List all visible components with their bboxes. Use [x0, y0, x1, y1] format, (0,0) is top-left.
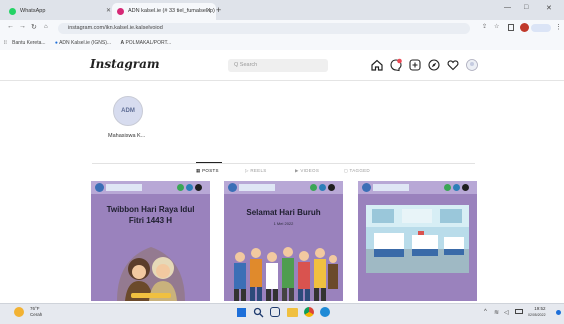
- weather-sun-icon[interactable]: [14, 307, 24, 317]
- active-tab-indicator: [196, 162, 222, 163]
- bookmarks-bar: ⁞⁞ Bantu Kereta... ● ADN Kalsel.ie (IGNS…: [0, 37, 564, 51]
- battery-icon[interactable]: [515, 309, 523, 314]
- whatsapp-favicon-icon: [9, 8, 16, 15]
- forward-icon[interactable]: →: [19, 23, 26, 30]
- partner-logo-icon: [462, 184, 469, 191]
- address-bar[interactable]: instagram.com/ikn.kalsel.ie.kalselvoiod: [58, 23, 470, 34]
- partner-logo-icon: [177, 184, 184, 191]
- bookmark-2[interactable]: ADN Kalsel.ie (IGNS)...: [59, 40, 111, 46]
- tabs-divider: [92, 163, 475, 164]
- close-window-button[interactable]: ✕: [546, 4, 552, 12]
- org-name-strip: [373, 184, 409, 191]
- file-explorer-icon[interactable]: [287, 308, 298, 317]
- weather-widget[interactable]: 76°F Cerah: [30, 306, 42, 318]
- browser-tab-whatsapp[interactable]: WhatsApp ✕: [4, 3, 116, 20]
- post-tile-1[interactable]: Twibbon Hari Raya Idul Fitri 1443 H: [91, 181, 210, 301]
- partner-logo-icon: [186, 184, 193, 191]
- weather-desc: Cerah: [30, 312, 43, 317]
- partner-logo-icon: [444, 184, 451, 191]
- chrome-icon[interactable]: [304, 307, 314, 317]
- post-subtitle: 1 Mei 2022: [273, 221, 294, 226]
- profile-avatar-icon[interactable]: [520, 23, 529, 32]
- org-logo-icon: [95, 183, 104, 192]
- post-title: Selamat Hari Buruh: [246, 208, 321, 217]
- task-view-icon[interactable]: [270, 307, 280, 317]
- tab-posts[interactable]: ▦ POSTS: [196, 168, 219, 174]
- tab-videos[interactable]: ▶ VIDEOS: [295, 168, 319, 174]
- post-header-strip: [91, 181, 210, 194]
- search-icon[interactable]: [253, 307, 264, 318]
- profile-icon[interactable]: [465, 58, 479, 72]
- notification-icon[interactable]: [556, 310, 561, 315]
- workers-illustration: [234, 247, 338, 301]
- bookmark-globe-icon: ●: [54, 40, 58, 46]
- org-name-strip: [106, 184, 142, 191]
- edge-icon[interactable]: [320, 307, 330, 317]
- tab-title: ADN kalsel.ie (# 33 tiel_fumalsel.ip): [128, 8, 215, 14]
- close-tab-icon[interactable]: ✕: [106, 3, 111, 20]
- menu-icon[interactable]: ⋮: [555, 23, 562, 31]
- new-post-icon[interactable]: [408, 58, 422, 72]
- post-header-strip: [358, 181, 477, 194]
- partner-logo-icon: [319, 184, 326, 191]
- profile-name: Mahasiswa K...: [108, 133, 146, 139]
- partner-logo-icon: [310, 184, 317, 191]
- new-tab-button[interactable]: +: [216, 5, 221, 15]
- home-icon[interactable]: [370, 58, 384, 72]
- partner-logo-icon: [195, 184, 202, 191]
- bookmark-1[interactable]: Bantu Kereta...: [12, 40, 45, 46]
- clock-date: 02/05/2022: [528, 313, 546, 317]
- post-tile-3[interactable]: [358, 181, 477, 301]
- wifi-icon[interactable]: ≋: [494, 309, 499, 316]
- hospital-room-photo: [366, 205, 469, 273]
- windows-taskbar: [0, 303, 564, 324]
- post-title: Twibbon Hari Raya Idul Fitri 1443 H: [106, 205, 195, 225]
- profile-avatar[interactable]: ADM: [113, 96, 143, 126]
- star-icon[interactable]: ☆: [494, 23, 499, 30]
- tray-chevron-icon[interactable]: ^: [484, 309, 487, 315]
- share-icon[interactable]: ⇪: [482, 23, 487, 30]
- system-clock[interactable]: 19:52 02/05/2022: [528, 306, 546, 318]
- volume-icon[interactable]: ◁: [504, 309, 509, 316]
- partner-logo-icon: [453, 184, 460, 191]
- post-tile-2[interactable]: Selamat Hari Buruh 1 Mei 2022: [224, 181, 343, 301]
- sidebar-icon[interactable]: [508, 24, 514, 31]
- heart-icon[interactable]: [446, 58, 460, 72]
- maximize-button[interactable]: □: [524, 4, 528, 11]
- start-icon[interactable]: [237, 308, 246, 317]
- tab-reels[interactable]: ▷ REELS: [245, 168, 267, 174]
- reload-icon[interactable]: ↻: [31, 23, 37, 31]
- eid-couple-illustration: [117, 247, 185, 301]
- tab-title: WhatsApp: [20, 8, 46, 14]
- org-logo-icon: [228, 183, 237, 192]
- post-header-strip: [224, 181, 343, 194]
- home-browser-icon[interactable]: ⌂: [44, 24, 48, 30]
- search-input[interactable]: Q Search: [228, 59, 328, 72]
- close-tab-icon[interactable]: ✕: [206, 3, 211, 20]
- org-logo-icon: [362, 183, 371, 192]
- browser-tab-instagram[interactable]: ADN kalsel.ie (# 33 tiel_fumalsel.ip) ✕: [112, 3, 216, 20]
- profile-chip[interactable]: [531, 24, 551, 32]
- tab-tagged[interactable]: ◻ TAGGED: [344, 168, 370, 174]
- apps-icon[interactable]: ⁞⁞: [4, 40, 7, 46]
- back-icon[interactable]: ←: [7, 23, 14, 30]
- org-name-strip: [239, 184, 275, 191]
- minimize-button[interactable]: —: [504, 4, 511, 11]
- bookmark-a-icon: A: [120, 40, 125, 46]
- partner-logo-icon: [328, 184, 335, 191]
- instagram-logo[interactable]: Instagram: [90, 57, 160, 71]
- messenger-icon[interactable]: [389, 58, 403, 72]
- url-text: instagram.com/ikn.kalsel.ie.kalselvoiod: [68, 25, 163, 31]
- bookmark-3[interactable]: POLMAKAL/PORT...: [125, 40, 171, 46]
- instagram-favicon-icon: [117, 8, 124, 15]
- explore-icon[interactable]: [427, 58, 441, 72]
